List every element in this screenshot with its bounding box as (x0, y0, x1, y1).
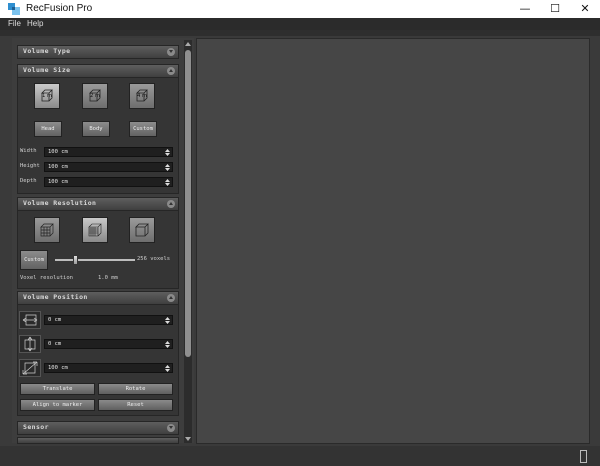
reset-button[interactable]: Reset (98, 399, 173, 411)
position-x-value: 0 cm (48, 317, 62, 323)
grid-cube-icon (40, 223, 54, 237)
recfusion-logo-icon (8, 3, 20, 15)
slider-value-label: 256 voxels (137, 256, 171, 262)
size-1m-button[interactable]: 1 m (34, 83, 60, 109)
size-4m-button[interactable]: 4 m (129, 83, 155, 109)
scrollbar-thumb[interactable] (185, 50, 191, 357)
cube-icon (135, 223, 149, 237)
expand-icon[interactable] (167, 48, 175, 56)
body-button[interactable]: Body (82, 121, 110, 137)
device-status-icon (580, 450, 587, 463)
status-bar (0, 446, 600, 466)
volume-resolution-title: Volume Resolution (23, 199, 97, 207)
volume-size-title: Volume Size (23, 66, 71, 74)
size-4m-label: 4 m (137, 93, 147, 99)
close-button[interactable]: ✕ (570, 0, 600, 18)
translate-button[interactable]: Translate (20, 383, 95, 395)
width-value: 100 cm (48, 149, 68, 155)
grid-cube-icon (88, 223, 102, 237)
rotate-button[interactable]: Rotate (98, 383, 173, 395)
menu-help[interactable]: Help (27, 18, 43, 30)
spinner-arrows-icon[interactable] (165, 149, 170, 156)
axis-z-icon (19, 359, 41, 377)
scroll-up-icon[interactable] (184, 40, 192, 48)
custom-size-button[interactable]: Custom (129, 121, 157, 137)
resolution-slider-handle[interactable] (73, 255, 78, 265)
volume-position-header[interactable]: Volume Position (17, 291, 179, 305)
title-bar: RecFusion Pro — ☐ ✕ (0, 0, 600, 18)
position-z-field[interactable]: 100 cm (44, 363, 173, 373)
collapse-icon[interactable] (167, 67, 175, 75)
size-2m-label: 2 m (90, 93, 100, 99)
height-label: Height (20, 163, 40, 169)
menu-file[interactable]: File (8, 18, 21, 30)
collapse-icon[interactable] (167, 294, 175, 302)
spinner-arrows-icon[interactable] (165, 317, 170, 324)
collapse-icon[interactable] (167, 200, 175, 208)
spinner-arrows-icon[interactable] (165, 365, 170, 372)
spinner-arrows-icon[interactable] (165, 164, 170, 171)
size-1m-label: 1 m (42, 93, 52, 99)
scroll-down-icon[interactable] (184, 435, 192, 443)
maximize-button[interactable]: ☐ (540, 0, 570, 18)
reconstruction-viewport[interactable] (196, 38, 590, 444)
volume-type-header[interactable]: Volume Type (17, 45, 179, 59)
voxel-resolution-label: Voxel resolution (20, 275, 73, 281)
align-to-marker-button[interactable]: Align to marker (20, 399, 95, 411)
resolution-fine-button[interactable] (129, 217, 155, 243)
resolution-medium-button[interactable] (82, 217, 108, 243)
width-field[interactable]: 100 cm (44, 147, 173, 157)
depth-value: 100 cm (48, 179, 68, 185)
axis-y-icon (19, 335, 41, 353)
depth-label: Depth (20, 178, 37, 184)
menu-bar: File Help (0, 18, 600, 30)
window-title: RecFusion Pro (26, 3, 93, 14)
height-field[interactable]: 100 cm (44, 162, 173, 172)
minimize-button[interactable]: — (510, 0, 540, 18)
position-y-field[interactable]: 0 cm (44, 339, 173, 349)
expand-icon[interactable] (167, 424, 175, 432)
sensor-header[interactable]: Sensor (17, 421, 179, 435)
depth-field[interactable]: 100 cm (44, 177, 173, 187)
width-label: Width (20, 148, 37, 154)
next-panel-header[interactable] (17, 437, 179, 444)
spinner-arrows-icon[interactable] (165, 179, 170, 186)
volume-resolution-header[interactable]: Volume Resolution (17, 197, 179, 211)
sensor-title: Sensor (23, 423, 49, 431)
size-2m-button[interactable]: 2 m (82, 83, 108, 109)
toolbar-strip (0, 30, 600, 36)
volume-position-title: Volume Position (23, 293, 88, 301)
position-z-value: 100 cm (48, 365, 68, 371)
volume-type-title: Volume Type (23, 47, 71, 55)
custom-resolution-button[interactable]: Custom (20, 250, 48, 270)
resolution-slider-track[interactable] (55, 259, 135, 261)
position-y-value: 0 cm (48, 341, 62, 347)
height-value: 100 cm (48, 164, 68, 170)
spinner-arrows-icon[interactable] (165, 341, 170, 348)
head-button[interactable]: Head (34, 121, 62, 137)
resolution-coarse-button[interactable] (34, 217, 60, 243)
axis-x-icon (19, 311, 41, 329)
volume-size-header[interactable]: Volume Size (17, 64, 179, 78)
voxel-resolution-value: 1.0 mm (98, 275, 118, 281)
position-x-field[interactable]: 0 cm (44, 315, 173, 325)
